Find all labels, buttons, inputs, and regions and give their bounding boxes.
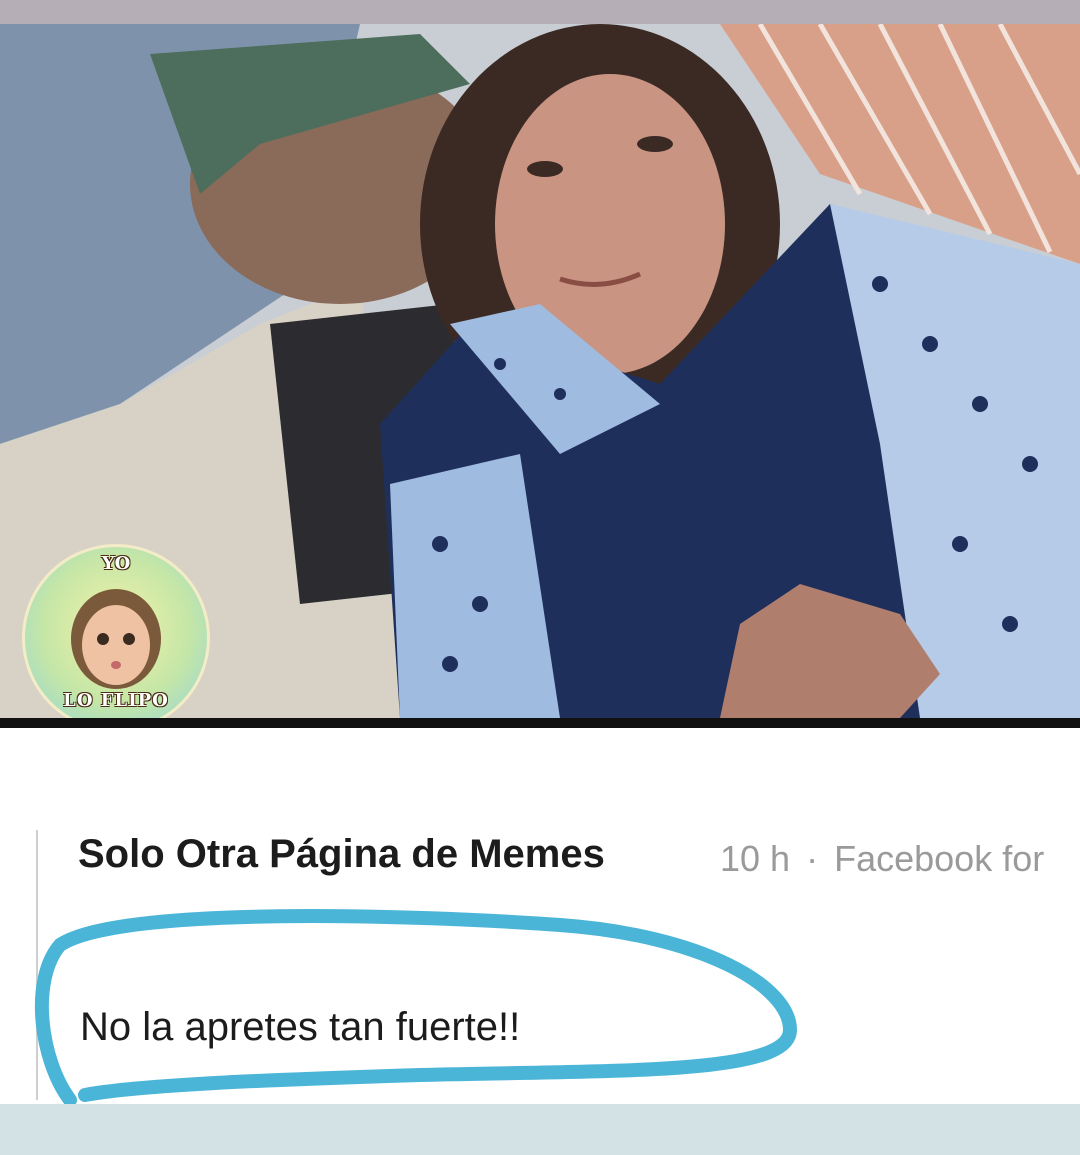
highlight-circle (34, 909, 798, 1107)
bottom-bar (0, 1104, 1080, 1155)
